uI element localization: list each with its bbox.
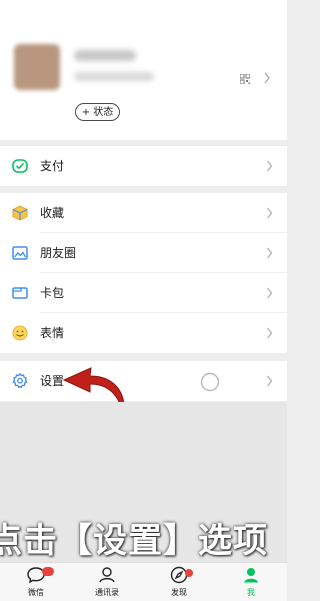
tab-me[interactable]: 我	[226, 563, 276, 601]
cards-icon	[12, 287, 28, 299]
chevron-right-icon	[266, 327, 273, 339]
favorites-icon	[12, 205, 28, 221]
add-status-button[interactable]: + 状态	[75, 103, 120, 121]
menu-item-cards[interactable]: 卡包	[0, 273, 287, 313]
menu-group-payment: 支付	[0, 146, 287, 186]
profile-id-blurred	[74, 72, 154, 81]
unread-badge	[42, 567, 54, 576]
menu-item-label: 支付	[40, 159, 65, 173]
touch-indicator-circle	[200, 372, 220, 392]
menu-item-label: 表情	[40, 326, 65, 340]
menu-item-settings[interactable]: 设置	[0, 361, 287, 401]
tab-label-active: 我	[247, 588, 255, 597]
chevron-right-icon	[266, 207, 273, 219]
menu-item-payment[interactable]: 支付	[0, 146, 287, 186]
menu-item-stickers[interactable]: 表情	[0, 313, 287, 353]
menu-group-settings: 设置	[0, 361, 287, 401]
menu-item-label: 朋友圈	[40, 246, 77, 260]
tab-label: 发现	[171, 588, 187, 597]
moments-icon	[12, 246, 28, 260]
bottom-tab-bar: 微信 通讯录 发现 我	[0, 562, 287, 601]
menu-item-label: 卡包	[40, 286, 65, 300]
stickers-icon	[12, 325, 28, 341]
me-icon	[244, 568, 258, 583]
menu-item-label: 收藏	[40, 206, 65, 220]
profile-chevron-icon	[264, 72, 270, 84]
tab-label: 微信	[28, 588, 44, 597]
payment-icon	[12, 159, 28, 173]
profile-header[interactable]: + 状态	[0, 0, 287, 140]
chevron-right-icon	[266, 375, 273, 387]
chevron-right-icon	[266, 287, 273, 299]
contacts-icon	[99, 567, 115, 583]
menu-group-main: 收藏 朋友圈 卡包 表情	[0, 193, 287, 353]
tab-contacts[interactable]: 通讯录	[82, 563, 132, 601]
profile-name-blurred	[74, 50, 136, 61]
tab-chats[interactable]: 微信	[11, 563, 61, 601]
qr-code-icon[interactable]	[240, 74, 250, 84]
caption-text: 点击【设置】选项	[0, 521, 268, 561]
avatar[interactable]	[14, 44, 60, 90]
settings-icon	[12, 373, 28, 389]
tab-discover[interactable]: 发现	[154, 563, 204, 601]
new-dot-badge	[185, 569, 193, 577]
menu-item-favorites[interactable]: 收藏	[0, 193, 287, 233]
tab-label: 通讯录	[95, 588, 119, 597]
menu-item-moments[interactable]: 朋友圈	[0, 233, 287, 273]
chevron-right-icon	[266, 160, 273, 172]
chevron-right-icon	[266, 247, 273, 259]
